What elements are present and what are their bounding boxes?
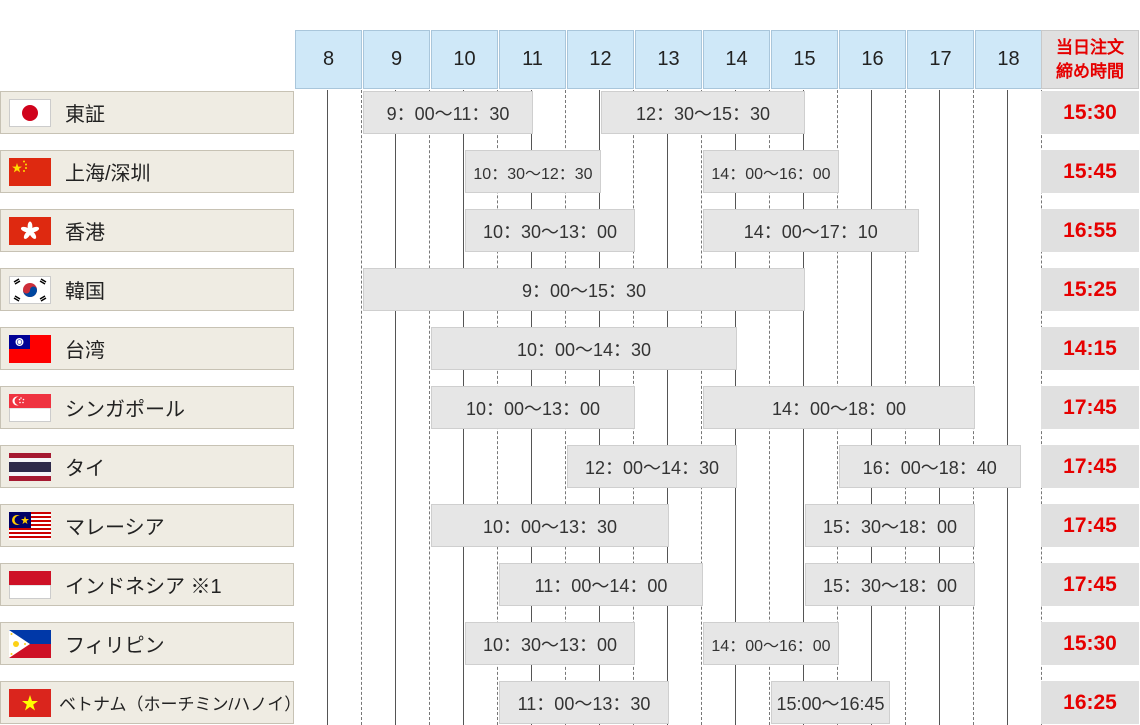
market-name: 上海/深圳 <box>65 163 151 185</box>
hour-header-15: 15 <box>771 30 838 89</box>
trading-session: 15：30〜18：00 <box>805 563 975 606</box>
half-hour-gridline <box>361 90 362 725</box>
cutoff-time: 15:30 <box>1041 91 1139 134</box>
trading-session: 15:00〜16:45 <box>771 681 890 724</box>
cutoff-time: 17:45 <box>1041 563 1139 606</box>
hour-header-16: 16 <box>839 30 906 89</box>
trading-session: 11：00〜14：00 <box>499 563 703 606</box>
market-label-malaysia: マレーシア <box>0 504 294 547</box>
trading-session: 12：30〜15：30 <box>601 91 805 134</box>
hour-header-9: 9 <box>363 30 430 89</box>
market-label-singapore: シンガポール <box>0 386 294 429</box>
korea-flag-icon <box>9 276 51 304</box>
market-label-taiwan: 台湾 <box>0 327 294 370</box>
hour-header-8: 8 <box>295 30 362 89</box>
market-label-hongkong: 香港 <box>0 209 294 252</box>
vietnam-flag-icon <box>9 689 51 717</box>
hour-header-12: 12 <box>567 30 634 89</box>
market-name: 台湾 <box>65 340 105 362</box>
cutoff-header: 当日注文 締め時間 <box>1041 30 1139 89</box>
trading-session: 14：00〜18：00 <box>703 386 975 429</box>
hour-gridline <box>395 90 396 725</box>
japan-flag-icon <box>9 99 51 127</box>
philippines-flag-icon <box>9 630 51 658</box>
cutoff-header-line1: 当日注文 <box>1056 37 1124 57</box>
market-name: マレーシア <box>65 517 165 539</box>
market-name: フィリピン <box>65 635 165 657</box>
trading-session: 10：00〜13：00 <box>431 386 635 429</box>
market-label-indonesia: インドネシア ※1 <box>0 563 294 606</box>
market-label-thailand: タイ <box>0 445 294 488</box>
hour-header-11: 11 <box>499 30 566 89</box>
market-label-korea: 韓国 <box>0 268 294 311</box>
market-label-china: 上海/深圳 <box>0 150 294 193</box>
hour-header-10: 10 <box>431 30 498 89</box>
trading-session: 14：00〜17：10 <box>703 209 919 252</box>
trading-session: 10：00〜13：30 <box>431 504 669 547</box>
trading-session: 10：00〜14：30 <box>431 327 737 370</box>
cutoff-time: 15:45 <box>1041 150 1139 193</box>
thailand-flag-icon <box>9 453 51 481</box>
market-name: インドネシア ※1 <box>65 576 222 598</box>
trading-session: 11：00〜13：30 <box>499 681 669 724</box>
hour-gridline <box>327 90 328 725</box>
hour-header-18: 18 <box>975 30 1042 89</box>
hour-header-14: 14 <box>703 30 770 89</box>
trading-session: 9：00〜15：30 <box>363 268 805 311</box>
market-name: シンガポール <box>65 399 185 421</box>
cutoff-time: 17:45 <box>1041 445 1139 488</box>
market-name: 東証 <box>65 104 105 126</box>
market-name: 香港 <box>65 222 105 244</box>
trading-session: 14：00〜16：00 <box>703 622 839 665</box>
trading-session: 12：00〜14：30 <box>567 445 737 488</box>
market-hours-table: 8 9 10 11 12 13 14 15 16 17 18 当日注文 締め時間 東証 9：00〜11… <box>0 0 1140 725</box>
hour-header-13: 13 <box>635 30 702 89</box>
cutoff-time: 15:30 <box>1041 622 1139 665</box>
half-hour-gridline <box>701 90 702 725</box>
indonesia-flag-icon <box>9 571 51 599</box>
malaysia-flag-icon <box>9 512 51 540</box>
trading-session: 9：00〜11：30 <box>363 91 533 134</box>
singapore-flag-icon <box>9 394 51 422</box>
taiwan-flag-icon <box>9 335 51 363</box>
hour-header-17: 17 <box>907 30 974 89</box>
trading-session: 15：30〜18：00 <box>805 504 975 547</box>
cutoff-time: 16:55 <box>1041 209 1139 252</box>
cutoff-time: 16:25 <box>1041 681 1139 724</box>
trading-session: 10：30〜13：00 <box>465 622 635 665</box>
trading-session: 16：00〜18：40 <box>839 445 1021 488</box>
cutoff-time: 17:45 <box>1041 386 1139 429</box>
trading-session: 10：30〜12：30 <box>465 150 601 193</box>
cutoff-time: 17:45 <box>1041 504 1139 547</box>
hour-gridline <box>1007 90 1008 725</box>
trading-session: 14：00〜16：00 <box>703 150 839 193</box>
hour-gridline <box>667 90 668 725</box>
market-label-philippines: フィリピン <box>0 622 294 665</box>
market-label-japan: 東証 <box>0 91 294 134</box>
cutoff-header-line2: 締め時間 <box>1056 61 1124 81</box>
trading-session: 10：30〜13：00 <box>465 209 635 252</box>
market-name: タイ <box>65 458 105 480</box>
china-flag-icon <box>9 158 51 186</box>
market-name: ベトナム（ホーチミン/ハノイ） <box>59 695 302 714</box>
cutoff-time: 15:25 <box>1041 268 1139 311</box>
market-label-vietnam: ベトナム（ホーチミン/ハノイ） <box>0 681 301 724</box>
market-name: 韓国 <box>65 281 105 303</box>
hongkong-flag-icon <box>9 217 51 245</box>
half-hour-gridline <box>429 90 430 725</box>
cutoff-time: 14:15 <box>1041 327 1139 370</box>
